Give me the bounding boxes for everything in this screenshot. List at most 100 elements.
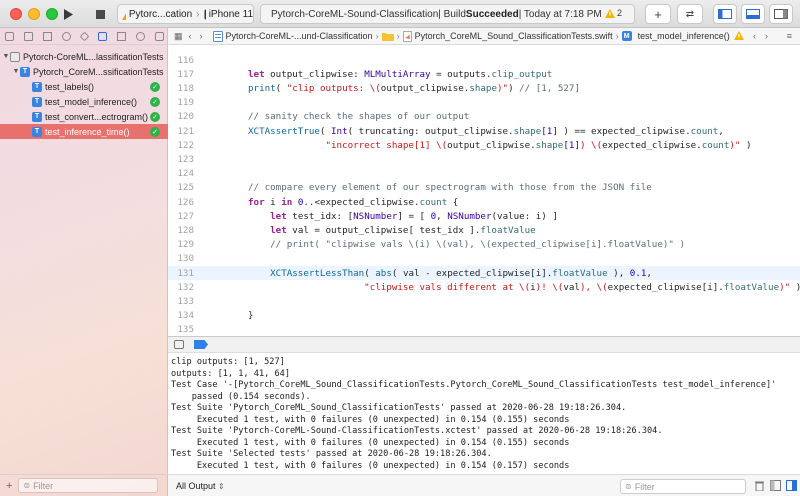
tree-item-test-model-inference[interactable]: T test_model_inference() ✓ xyxy=(0,94,168,109)
add-icon[interactable]: + xyxy=(6,480,12,492)
method-icon: M xyxy=(621,31,632,41)
toggle-inspector-button[interactable] xyxy=(769,4,793,24)
passed-checkmark-icon[interactable]: ✓ xyxy=(150,126,160,137)
source-editor[interactable]: 116 117 let output_clipwise: MLMultiArray… xyxy=(168,45,800,336)
jumpbar-file[interactable]: Pytorch_CoreML_Sound_ClassificationTests… xyxy=(402,30,613,42)
toggle-debug-area-button[interactable] xyxy=(741,4,765,24)
tree-item-test-convert-spectrogram[interactable]: T test_convert...ectrogram() ✓ xyxy=(0,109,168,124)
source-control-icon[interactable] xyxy=(24,31,33,41)
console-line: Test Suite 'Selected tests' passed at 20… xyxy=(171,449,492,459)
jumpbar-project[interactable]: Pytorch-CoreML-...und-Classification xyxy=(212,30,373,42)
code-line-highlighted: 131 XCTAssertLessThan( abs( val - expect… xyxy=(168,266,800,281)
debug-console[interactable]: clip outputs: [1, 527] outputs: [1, 1, 4… xyxy=(168,353,800,474)
toggle-navigator-button[interactable] xyxy=(713,4,737,24)
run-button[interactable] xyxy=(56,4,80,24)
related-items-icon[interactable]: ▦ xyxy=(174,31,183,42)
test-method-icon: T xyxy=(32,126,42,137)
tree-item-test-bundle[interactable]: ▼ Pytorch-CoreML...lassificationTests xyxy=(0,49,168,64)
line-number: 127 xyxy=(177,210,194,222)
warnings-badge[interactable]: 2 xyxy=(604,8,622,18)
stop-button[interactable] xyxy=(88,4,112,24)
device-name: iPhone 11 xyxy=(208,8,253,20)
scheme-name: Pytorc...cation xyxy=(128,8,193,20)
code-line: 132 "clipwise vals different at \(i)! \(… xyxy=(168,280,800,294)
code-line: 121 XCTAssertTrue( Int( truncating: outpu… xyxy=(168,124,800,138)
code-review-button[interactable]: ⇄ xyxy=(677,4,703,24)
output-selector[interactable]: All Output ⇕ xyxy=(176,481,225,491)
filter-icon: ⊜ xyxy=(625,482,632,491)
xcode-project-icon xyxy=(212,30,223,42)
tree-item-label: test_model_inference() xyxy=(45,96,138,107)
disclosure-down-icon[interactable]: ▼ xyxy=(2,53,10,60)
line-number: 132 xyxy=(177,281,194,293)
swift-file-icon xyxy=(402,30,412,42)
code-line: 117 let output_clipwise: MLMultiArray = o… xyxy=(168,67,800,81)
trash-icon[interactable] xyxy=(754,480,765,491)
navigator-filter-input[interactable]: ⊜ Filter xyxy=(18,478,159,493)
disclosure-down-icon[interactable]: ▼ xyxy=(12,68,20,75)
plus-icon: + xyxy=(654,6,662,22)
breakpoint-navigator-icon[interactable] xyxy=(136,31,145,41)
tree-item-test-labels[interactable]: T test_labels() ✓ xyxy=(0,79,168,94)
output-selector-label: All Output xyxy=(176,480,216,491)
warning-icon xyxy=(604,8,615,18)
tree-item-label: Pytorch_CoreM...ssificationTests xyxy=(33,66,164,77)
console-line: Test Suite 'Pytorch-CoreML-Sound-Classif… xyxy=(171,426,663,436)
previous-issue-icon[interactable]: ‹ xyxy=(753,31,756,41)
code-line: 130 xyxy=(168,252,800,266)
split-variables-icon[interactable] xyxy=(770,480,781,491)
code-line: 125// compare every element of our spect… xyxy=(168,181,800,195)
activity-project: Pytorch-CoreML-Sound-Classification xyxy=(271,8,439,20)
line-number: 129 xyxy=(177,239,194,251)
folder-icon xyxy=(381,32,394,41)
close-window-button[interactable] xyxy=(10,8,22,20)
forward-button[interactable]: › xyxy=(200,31,203,41)
next-issue-icon[interactable]: › xyxy=(765,31,768,41)
line-number: 118 xyxy=(177,82,194,94)
line-number: 133 xyxy=(177,295,194,307)
passed-checkmark-icon[interactable]: ✓ xyxy=(150,81,160,92)
hide-debug-area-icon[interactable] xyxy=(174,340,184,349)
tree-item-label: test_labels() xyxy=(45,81,95,92)
line-number: 119 xyxy=(177,97,194,109)
code-line: 126 for i in 0..<expected_clipwise.count … xyxy=(168,195,800,209)
scheme-selector[interactable]: Pytorc...cation › iPhone 11 xyxy=(117,4,254,24)
issue-icon[interactable] xyxy=(79,31,90,41)
code-line: 123 xyxy=(168,152,800,166)
tree-item-test-class[interactable]: ▼ T Pytorch_CoreM...ssificationTests xyxy=(0,64,168,79)
symbol-icon[interactable] xyxy=(43,31,52,41)
code-line: 118 print( "clip outputs: \(output_clipwi… xyxy=(168,81,800,95)
console-line: clip outputs: [1, 527] xyxy=(171,357,285,367)
folder-icon[interactable] xyxy=(5,31,14,41)
line-number: 116 xyxy=(177,54,194,66)
line-number: 120 xyxy=(177,111,194,123)
line-number: 126 xyxy=(177,196,194,208)
jumpbar-symbol-label: test_model_inference() xyxy=(637,31,730,41)
breakpoints-toggle-icon[interactable] xyxy=(194,340,208,349)
warning-nav-icon[interactable] xyxy=(734,31,744,42)
adjust-editor-icon[interactable]: ≡ xyxy=(787,31,792,41)
passed-checkmark-icon[interactable]: ✓ xyxy=(150,96,160,107)
jumpbar-symbol[interactable]: M test_model_inference() xyxy=(621,31,730,41)
code-line: 120// sanity check the shapes of our out… xyxy=(168,110,800,124)
line-number: 124 xyxy=(177,168,194,180)
passed-checkmark-icon[interactable]: ✓ xyxy=(150,111,160,122)
tree-item-test-inference-time[interactable]: T test_inference_time() ✓ xyxy=(0,124,168,139)
jumpbar-folder[interactable] xyxy=(381,32,394,41)
report-icon[interactable] xyxy=(155,31,164,41)
debug-icon[interactable] xyxy=(117,31,126,41)
find-icon[interactable] xyxy=(62,31,71,41)
line-number: 123 xyxy=(177,153,194,165)
code-line: 133 xyxy=(168,294,800,308)
console-line: Test Suite 'Pytorch_CoreML_Sound_Classif… xyxy=(171,403,627,413)
back-button[interactable]: ‹ xyxy=(189,31,192,41)
split-console-icon[interactable] xyxy=(786,480,797,491)
minimize-window-button[interactable] xyxy=(28,8,40,20)
console-line: outputs: [1, 1, 41, 64] xyxy=(171,368,290,379)
library-button[interactable]: + xyxy=(645,4,671,24)
debug-bar xyxy=(168,336,800,353)
code-line: 119 xyxy=(168,96,800,110)
chevron-right-icon: › xyxy=(196,8,200,20)
test-navigator-icon[interactable] xyxy=(98,31,107,41)
console-filter-input[interactable]: ⊜ Filter xyxy=(620,479,746,494)
